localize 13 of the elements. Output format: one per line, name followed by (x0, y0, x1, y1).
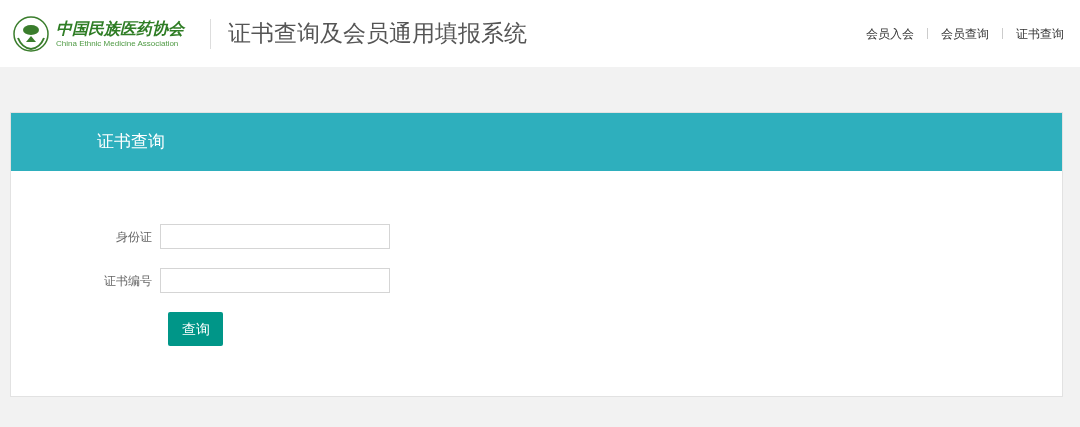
logo-subtitle: China Ethnic Medicine Association (56, 38, 180, 49)
field-label: 身份证 (115, 228, 153, 246)
input-field[interactable] (160, 268, 390, 293)
logo-icon (12, 15, 50, 52)
nav-link[interactable]: 会员入会 (866, 24, 914, 43)
field-label: 证书编号 (103, 272, 153, 290)
nav-link[interactable]: 证书查询 (1016, 24, 1064, 43)
nav-link[interactable]: 会员查询 (941, 24, 989, 43)
card-title: 证书查询 (97, 131, 165, 154)
logo-name: 中国民族医药协会 (56, 18, 184, 39)
system-title: 证书查询及会员通用填报系统 (228, 19, 527, 49)
query-button[interactable]: 查询 (168, 312, 223, 346)
input-field[interactable] (160, 224, 390, 249)
